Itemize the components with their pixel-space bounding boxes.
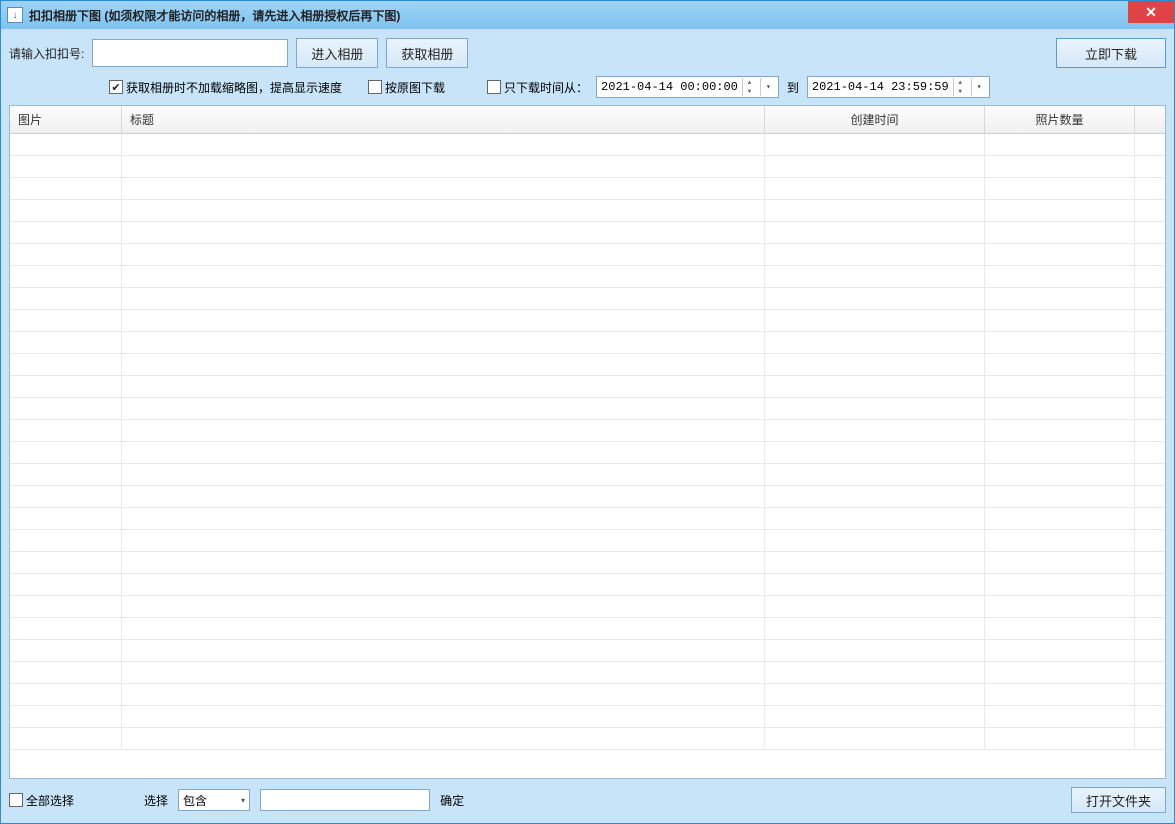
checkbox-icon <box>109 80 123 94</box>
input-row: 请输入扣扣号: 进入相册 获取相册 立即下载 <box>9 37 1166 69</box>
enter-album-button[interactable]: 进入相册 <box>296 38 378 68</box>
filter-input[interactable] <box>260 789 430 811</box>
album-table: 图片 标题 创建时间 照片数量 <box>9 105 1166 779</box>
time-filter-label: 只下载时间从： <box>504 79 588 96</box>
no-thumb-checkbox[interactable]: 获取相册时不加载缩略图，提高显示速度 <box>109 79 342 96</box>
table-row[interactable] <box>10 508 1165 530</box>
col-image[interactable]: 图片 <box>10 106 122 133</box>
table-row[interactable] <box>10 244 1165 266</box>
table-row[interactable] <box>10 684 1165 706</box>
col-created[interactable]: 创建时间 <box>765 106 985 133</box>
time-from-picker[interactable]: 2021-04-14 00:00:00 ▲▼ ▾ <box>596 76 779 98</box>
table-row[interactable] <box>10 332 1165 354</box>
table-row[interactable] <box>10 310 1165 332</box>
col-title[interactable]: 标题 <box>122 106 765 133</box>
time-to-value: 2021-04-14 23:59:59 <box>812 80 949 94</box>
open-folder-button[interactable]: 打开文件夹 <box>1071 787 1166 813</box>
chevron-down-icon: ▾ <box>241 796 245 805</box>
table-row[interactable] <box>10 288 1165 310</box>
table-row[interactable] <box>10 486 1165 508</box>
titlebar: ↓ 扣扣相册下图 (如须权限才能访问的相册，请先进入相册授权后再下图) ✕ <box>1 1 1174 29</box>
confirm-button[interactable]: 确定 <box>440 792 464 809</box>
no-thumb-label: 获取相册时不加载缩略图，提高显示速度 <box>126 79 342 96</box>
chevron-down-icon[interactable]: ▾ <box>760 78 776 96</box>
col-count[interactable]: 照片数量 <box>985 106 1135 133</box>
app-window: ↓ 扣扣相册下图 (如须权限才能访问的相册，请先进入相册授权后再下图) ✕ 请输… <box>0 0 1175 824</box>
table-row[interactable] <box>10 200 1165 222</box>
chevron-down-icon[interactable]: ▾ <box>971 78 987 96</box>
table-row[interactable] <box>10 222 1165 244</box>
table-row[interactable] <box>10 420 1165 442</box>
filter-label: 选择 <box>144 792 168 809</box>
bottom-row: 全部选择 选择 包含 ▾ 确定 打开文件夹 <box>9 785 1166 815</box>
time-to-label: 到 <box>787 79 799 96</box>
table-row[interactable] <box>10 728 1165 750</box>
table-row[interactable] <box>10 574 1165 596</box>
table-row[interactable] <box>10 266 1165 288</box>
table-row[interactable] <box>10 596 1165 618</box>
download-now-button[interactable]: 立即下载 <box>1056 38 1166 68</box>
table-row[interactable] <box>10 376 1165 398</box>
time-to-picker[interactable]: 2021-04-14 23:59:59 ▲▼ ▾ <box>807 76 990 98</box>
checkbox-icon <box>9 793 23 807</box>
options-row: 获取相册时不加载缩略图，提高显示速度 按原图下载 只下载时间从： 2021-04… <box>9 75 1166 99</box>
checkbox-icon <box>368 80 382 94</box>
table-row[interactable] <box>10 662 1165 684</box>
table-row[interactable] <box>10 530 1165 552</box>
spinner-icon[interactable]: ▲▼ <box>742 78 756 96</box>
filter-mode-select[interactable]: 包含 ▾ <box>178 789 250 811</box>
get-album-button[interactable]: 获取相册 <box>386 38 468 68</box>
table-header: 图片 标题 创建时间 照片数量 <box>10 106 1165 134</box>
table-row[interactable] <box>10 640 1165 662</box>
client-area: 请输入扣扣号: 进入相册 获取相册 立即下载 获取相册时不加载缩略图，提高显示速… <box>1 29 1174 823</box>
table-row[interactable] <box>10 464 1165 486</box>
table-row[interactable] <box>10 134 1165 156</box>
original-label: 按原图下载 <box>385 79 445 96</box>
window-title: 扣扣相册下图 (如须权限才能访问的相册，请先进入相册授权后再下图) <box>29 7 400 24</box>
original-checkbox[interactable]: 按原图下载 <box>368 79 445 96</box>
table-row[interactable] <box>10 706 1165 728</box>
select-all-checkbox[interactable]: 全部选择 <box>9 792 74 809</box>
qq-input[interactable] <box>92 39 288 67</box>
col-end <box>1135 106 1165 133</box>
table-row[interactable] <box>10 178 1165 200</box>
table-row[interactable] <box>10 156 1165 178</box>
select-all-label: 全部选择 <box>26 792 74 809</box>
close-button[interactable]: ✕ <box>1128 1 1174 23</box>
table-row[interactable] <box>10 442 1165 464</box>
close-icon: ✕ <box>1145 4 1157 21</box>
table-row[interactable] <box>10 552 1165 574</box>
table-row[interactable] <box>10 354 1165 376</box>
spinner-icon[interactable]: ▲▼ <box>953 78 967 96</box>
qq-label: 请输入扣扣号: <box>9 45 84 62</box>
app-icon: ↓ <box>7 7 23 23</box>
table-row[interactable] <box>10 398 1165 420</box>
checkbox-icon <box>487 80 501 94</box>
time-filter-checkbox[interactable]: 只下载时间从： <box>487 79 588 96</box>
time-from-value: 2021-04-14 00:00:00 <box>601 80 738 94</box>
table-body <box>10 134 1165 778</box>
filter-mode-value: 包含 <box>183 792 207 809</box>
table-row[interactable] <box>10 618 1165 640</box>
